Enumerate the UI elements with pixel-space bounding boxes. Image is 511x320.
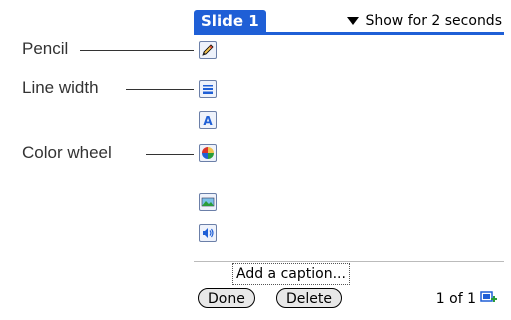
title-bar: Slide 1 Show for 2 seconds [194, 10, 504, 36]
delete-button[interactable]: Delete [276, 288, 342, 308]
new-slide-icon [480, 291, 497, 302]
show-for-dropdown[interactable]: Show for 2 seconds [347, 10, 502, 32]
text-icon: A [203, 114, 213, 128]
new-slide-button[interactable] [480, 290, 498, 306]
text-tool-button[interactable]: A [199, 111, 217, 129]
dropdown-triangle-icon [347, 17, 360, 25]
canvas-divider [194, 261, 504, 262]
color-wheel-icon [202, 147, 214, 159]
pencil-icon [202, 44, 214, 56]
line-width-icon [203, 85, 213, 94]
caption-field[interactable]: Add a caption... [232, 263, 350, 285]
callout-color-wheel: Color wheel [22, 143, 112, 162]
image-icon [201, 197, 215, 207]
pencil-leader-line [80, 50, 198, 51]
color-wheel-leader-line [146, 154, 198, 155]
slide-editor-screen: Slide 1 Show for 2 seconds A Add a capti… [194, 10, 504, 310]
pencil-tool-button[interactable] [199, 41, 217, 59]
title-rule [194, 32, 504, 35]
color-wheel-tool-button[interactable] [199, 144, 217, 162]
page-indicator: 1 of 1 [435, 291, 476, 307]
show-for-label: Show for 2 seconds [365, 13, 502, 29]
slide-title: Slide 1 [194, 10, 266, 32]
sound-tool-button[interactable] [199, 224, 217, 242]
done-button[interactable]: Done [198, 288, 255, 308]
svg-text:A: A [203, 114, 213, 128]
line-width-tool-button[interactable] [199, 80, 217, 98]
sound-icon [203, 228, 214, 238]
image-tool-button[interactable] [199, 193, 217, 211]
callout-pencil: Pencil [22, 39, 69, 58]
line-width-leader-line [126, 89, 198, 90]
callout-line-width: Line width [22, 78, 99, 97]
